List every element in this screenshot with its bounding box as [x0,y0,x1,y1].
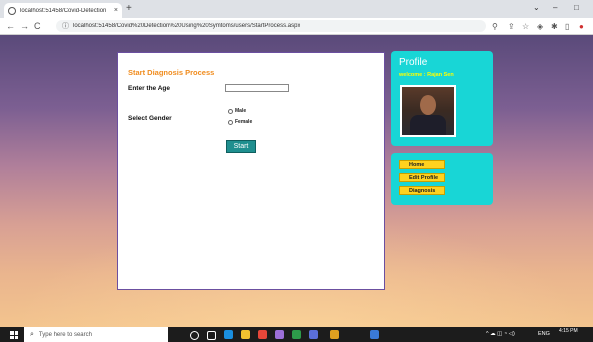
back-arrow-icon[interactable]: ← [6,21,15,31]
search-placeholder: Type here to search [38,331,92,338]
female-label: Female [235,119,253,125]
tab-search-icon[interactable]: ⌄ [533,3,540,13]
browser-tab-strip: localhost:51458/Covid-Detection × + ⌄ – … [0,0,593,18]
forward-arrow-icon[interactable]: → [20,21,29,31]
extension-icon[interactable]: ◈ [537,22,543,31]
search-icon: ⌕ [30,330,34,338]
python-icon[interactable] [330,330,339,339]
male-label: Male [235,108,247,114]
age-input[interactable] [225,84,289,92]
profile-title: Profile [399,57,428,68]
navigation-panel: Home Edit Profile Diagnosis [391,153,493,205]
male-radio[interactable] [228,108,233,114]
globe-icon [8,6,16,15]
url-field[interactable]: ⓘ localhost:51458/Covid%20Detection%20Us… [56,20,486,32]
tray-icons[interactable]: ^ ☁ ◫ ◔ ◁) [486,330,515,339]
zoom-icon[interactable]: ⚲ [492,22,498,31]
page-title: Start Diagnosis Process [128,68,215,77]
taskbar-search[interactable]: ⌕ Type here to search [24,327,168,342]
profile-avatar-icon[interactable]: ● [579,22,584,31]
menu-edit-profile-button[interactable]: Edit Profile [399,173,445,182]
share-icon[interactable]: ⇪ [508,22,515,31]
diagnosis-panel: Start Diagnosis Process Enter the Age Se… [117,52,385,290]
menu-diagnosis-button[interactable]: Diagnosis [399,186,445,195]
url-text: localhost:51458/Covid%20Detection%20Usin… [73,23,301,29]
browser-tab[interactable]: localhost:51458/Covid-Detection × [4,3,122,18]
sidebar-icon[interactable]: ▯ [565,22,569,31]
minimize-button[interactable]: – [553,3,557,13]
edge-icon[interactable] [224,330,233,339]
gender-option-female[interactable]: Female [228,119,252,125]
address-bar-row: ← → C ⓘ localhost:51458/Covid%20Detectio… [0,18,593,35]
excel-icon[interactable] [292,330,301,339]
task-view-icon[interactable] [207,331,216,340]
profile-photo [400,85,456,137]
age-label: Enter the Age [128,85,171,92]
page-viewport: Start Diagnosis Process Enter the Age Se… [0,35,593,327]
clock[interactable]: 4:15 PM [559,328,578,334]
taskbar: ⌕ Type here to search ^ ☁ ◫ ◔ ◁) ENG 4:1… [0,327,593,342]
reload-icon[interactable]: C [34,21,41,31]
bookmark-star-icon[interactable]: ☆ [522,22,529,31]
visual-studio-icon[interactable] [370,330,379,339]
file-explorer-icon[interactable] [241,330,250,339]
new-tab-button[interactable]: + [126,3,132,15]
puzzle-icon[interactable]: ✱ [551,22,558,31]
teams-icon[interactable] [309,330,318,339]
profile-panel: Profile welcome : Rajan Sen [391,51,493,146]
female-radio[interactable] [228,119,233,125]
welcome-text: welcome : Rajan Sen [399,72,454,78]
menu-home-button[interactable]: Home [399,160,445,169]
chrome-icon[interactable] [258,330,267,339]
tab-title: localhost:51458/Covid-Detection [20,7,107,14]
cortana-icon[interactable] [190,331,199,340]
windows-start-icon[interactable] [10,331,18,339]
gender-label: Select Gender [128,115,172,122]
language-indicator[interactable]: ENG [538,330,550,339]
start-button[interactable]: Start [226,140,256,153]
site-info-icon[interactable]: ⓘ [62,21,69,31]
app-icon[interactable] [275,330,284,339]
maximize-button[interactable]: □ [574,3,579,13]
close-tab-icon[interactable]: × [114,7,118,14]
gender-option-male[interactable]: Male [228,108,246,114]
